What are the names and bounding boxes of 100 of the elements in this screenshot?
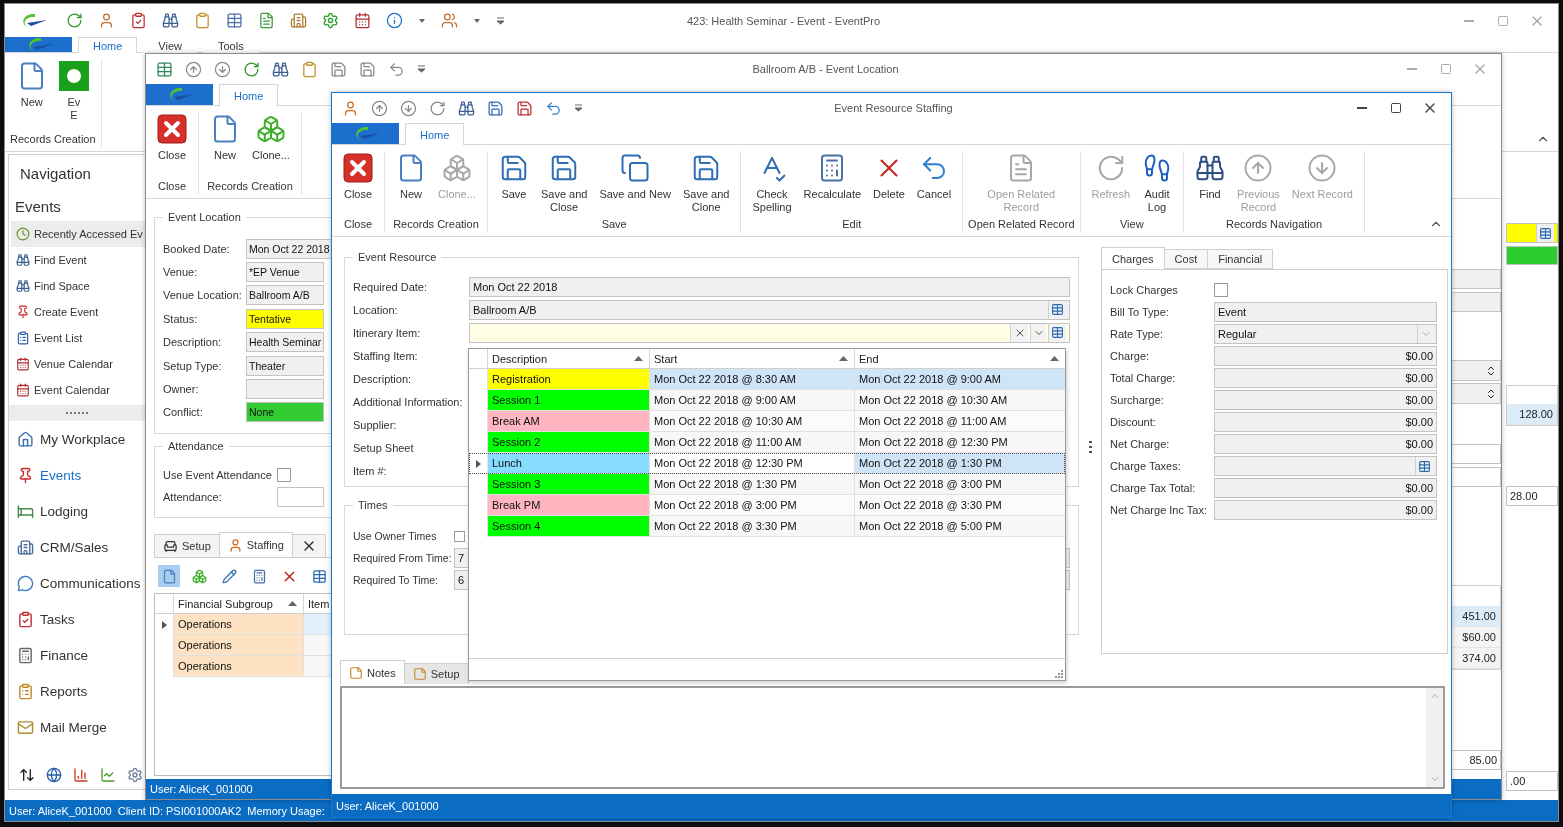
- list-row[interactable]: Session 4 Mon Oct 22 2018 @ 3:30 PM Mon Oct 22 2018 @ 5:00 PM: [469, 516, 1065, 537]
- nav-item[interactable]: Venue Calendar: [11, 351, 145, 377]
- module-item[interactable]: Communications: [9, 565, 145, 601]
- clear-button[interactable]: [1010, 323, 1028, 342]
- tab[interactable]: Cost: [1163, 249, 1209, 269]
- tab[interactable]: [291, 534, 326, 557]
- amount-field[interactable]: $0.00: [1214, 390, 1437, 410]
- new-button[interactable]: [158, 565, 180, 587]
- lookup-field[interactable]: [1506, 223, 1558, 243]
- ribbon-button[interactable]: Find: [1189, 151, 1232, 203]
- tab[interactable]: Setup: [154, 534, 220, 557]
- refresh-icon[interactable]: [66, 12, 83, 29]
- list-row[interactable]: Registration Mon Oct 22 2018 @ 8:30 AM Mon Oct 22 2018 @ 9:00 AM: [469, 369, 1065, 390]
- list-row[interactable]: Session 3 Mon Oct 22 2018 @ 1:30 PM Mon Oct 22 2018 @ 3:00 PM: [469, 474, 1065, 495]
- text-field[interactable]: [1451, 292, 1501, 312]
- module-item[interactable]: Finance: [9, 637, 145, 673]
- dropdown-field[interactable]: [469, 322, 1070, 343]
- module-item[interactable]: CRM/Sales: [9, 529, 145, 565]
- ribbon-tab[interactable]: Home: [405, 123, 465, 145]
- people-icon[interactable]: [441, 12, 458, 29]
- ribbon-button[interactable]: Close: [151, 112, 193, 164]
- amount-field[interactable]: $0.00: [1214, 346, 1437, 366]
- ribbon-tab[interactable]: Home: [78, 37, 138, 53]
- tab[interactable]: Financial: [1207, 249, 1274, 269]
- ribbon-button[interactable]: Clone...: [246, 112, 296, 164]
- sort-arrows-icon[interactable]: [19, 767, 35, 783]
- tab[interactable]: Charges: [1101, 247, 1165, 269]
- module-item[interactable]: Lodging: [9, 493, 145, 529]
- ribbon-button[interactable]: Save and Clone: [676, 151, 736, 216]
- module-item[interactable]: Events: [9, 457, 145, 493]
- lookup-field[interactable]: Ballroom A/B: [469, 299, 1070, 320]
- text-field[interactable]: Theater: [246, 355, 324, 376]
- sort-arrow-icon[interactable]: [1050, 356, 1059, 361]
- lookup-field[interactable]: [1214, 456, 1437, 476]
- ribbon-button[interactable]: Ev E: [52, 59, 95, 124]
- ribbon-button[interactable]: Save: [492, 151, 535, 203]
- list-row[interactable]: Session 2 Mon Oct 22 2018 @ 11:00 AM Mon Oct 22 2018 @ 12:30 PM: [469, 432, 1065, 453]
- binoculars-icon[interactable]: [162, 12, 179, 29]
- amount-field[interactable]: $0.00: [1214, 412, 1437, 432]
- text-field[interactable]: *EP Venue: [246, 262, 324, 283]
- application-button[interactable]: [332, 123, 399, 144]
- text-field[interactable]: Mon Oct 22 2018: [469, 276, 1070, 297]
- spinner-icon[interactable]: [1485, 387, 1497, 400]
- lookup-button[interactable]: [1536, 224, 1554, 242]
- text-field[interactable]: Health Seminar: [246, 332, 325, 353]
- spinner-field[interactable]: [1451, 360, 1501, 381]
- list-row[interactable]: Break AM Mon Oct 22 2018 @ 10:30 AM Mon Oct 22 2018 @ 11:00 AM: [469, 411, 1065, 432]
- column-header[interactable]: Start: [649, 349, 854, 368]
- sort-arrow-icon[interactable]: [288, 601, 297, 606]
- text-field[interactable]: .00: [1506, 771, 1558, 791]
- text-field[interactable]: [246, 379, 324, 400]
- module-item[interactable]: Reports: [9, 673, 145, 709]
- checkbox[interactable]: [1214, 283, 1228, 297]
- dropdown-field[interactable]: Regular: [1214, 324, 1437, 344]
- info-icon[interactable]: [386, 12, 403, 29]
- nav-item[interactable]: Create Event: [11, 299, 145, 325]
- refresh-icon[interactable]: [243, 60, 260, 78]
- spinner-field[interactable]: [1451, 383, 1501, 404]
- sort-arrow-icon[interactable]: [634, 356, 643, 361]
- lookup-button[interactable]: [1415, 457, 1433, 475]
- calendar-icon[interactable]: [354, 12, 371, 29]
- lookup-button[interactable]: [1048, 300, 1066, 319]
- amount-field[interactable]: $0.00: [1214, 434, 1437, 454]
- clipboard-icon[interactable]: [194, 12, 211, 29]
- ribbon-button[interactable]: Audit Log: [1136, 151, 1179, 216]
- text-field[interactable]: [1451, 467, 1501, 487]
- module-item[interactable]: My Workplace: [9, 421, 145, 457]
- ribbon-tab[interactable]: Home: [219, 84, 279, 106]
- text-field[interactable]: Mon Oct 22 2018: [246, 238, 333, 259]
- ribbon-button[interactable]: Delete: [867, 151, 911, 203]
- splitter-grip-icon[interactable]: [1088, 440, 1092, 454]
- nav-item[interactable]: Find Event: [11, 247, 145, 273]
- amount-field[interactable]: $0.00: [1214, 368, 1437, 388]
- application-button[interactable]: [146, 84, 213, 105]
- checkbox[interactable]: [454, 530, 465, 542]
- text-field[interactable]: Ballroom A/B: [246, 285, 324, 306]
- ribbon-button[interactable]: Recalculate: [797, 151, 868, 203]
- nav-item[interactable]: Find Space: [11, 273, 145, 299]
- list-row[interactable]: Lunch Mon Oct 22 2018 @ 12:30 PM Mon Oct 22 2018 @ 1:30 PM: [469, 453, 1065, 474]
- column-header[interactable]: Financial Subgroup: [173, 594, 303, 613]
- person-icon[interactable]: [342, 99, 359, 117]
- ribbon-button[interactable]: Save and New: [593, 151, 677, 203]
- text-field[interactable]: [1451, 444, 1501, 464]
- nav-item[interactable]: Event Calendar: [11, 377, 145, 403]
- binoculars-icon[interactable]: [272, 60, 289, 78]
- bar-chart-icon[interactable]: [73, 767, 89, 783]
- line-chart-icon[interactable]: [100, 767, 116, 783]
- checkbox[interactable]: [277, 468, 291, 482]
- application-button[interactable]: [5, 37, 72, 52]
- ribbon-button[interactable]: Save and Close: [534, 151, 594, 216]
- text-field[interactable]: [1451, 269, 1501, 289]
- nav-item[interactable]: Event List: [11, 325, 145, 351]
- clipboard-icon[interactable]: [301, 60, 318, 78]
- spinner-icon[interactable]: [1485, 364, 1497, 377]
- tab[interactable]: Setup: [403, 663, 469, 684]
- column-header[interactable]: Description: [487, 349, 649, 368]
- binoculars-icon[interactable]: [458, 99, 475, 117]
- ribbon-button[interactable]: New: [390, 151, 432, 203]
- text-field[interactable]: [277, 487, 324, 507]
- ribbon-button[interactable]: Check Spelling: [746, 151, 798, 216]
